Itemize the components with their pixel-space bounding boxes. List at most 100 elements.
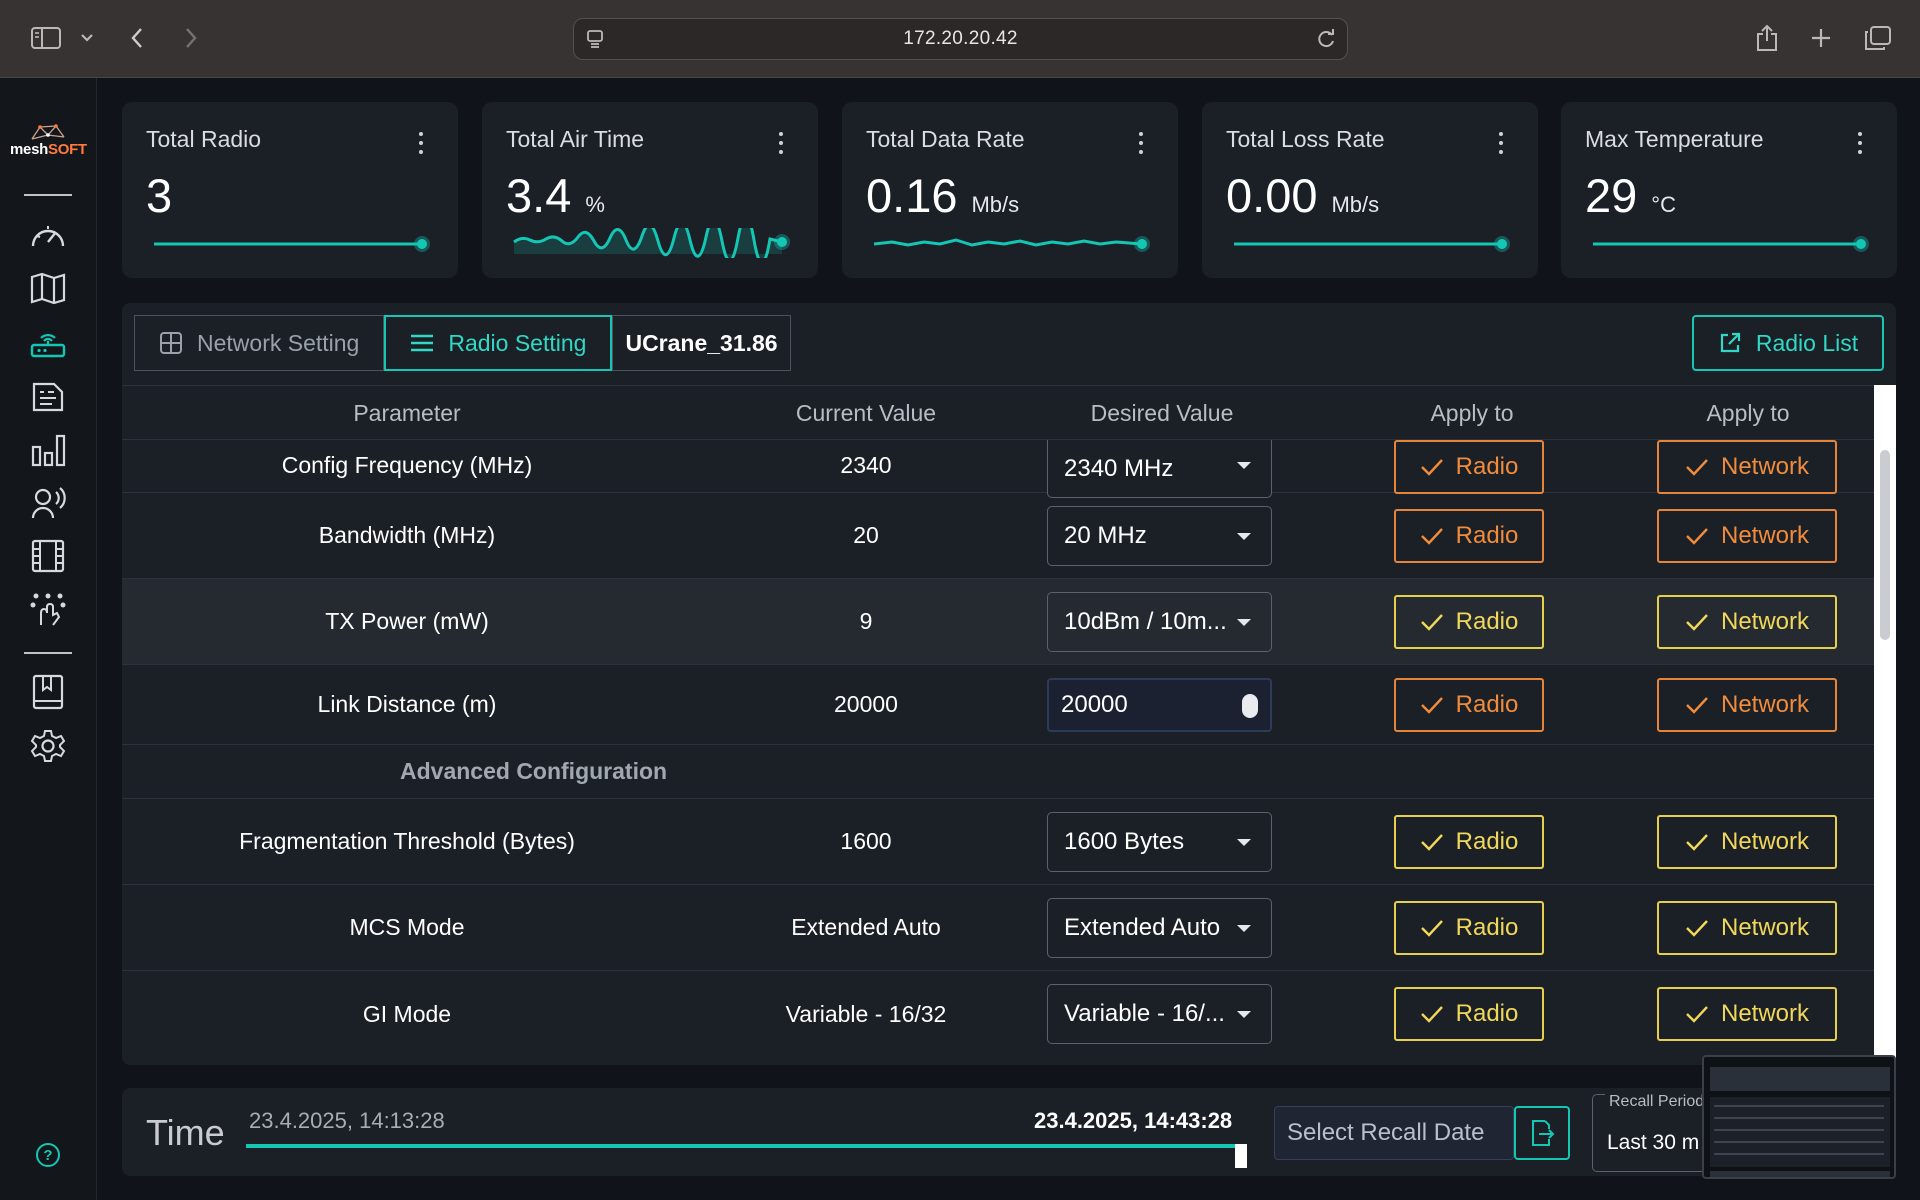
recall-export-button[interactable] — [1514, 1106, 1570, 1160]
tab-radio-setting[interactable]: Radio Setting — [384, 315, 613, 371]
more-options-icon[interactable] — [418, 132, 424, 156]
time-slider-track[interactable] — [246, 1144, 1246, 1148]
check-icon — [1420, 697, 1443, 714]
sparkline — [1593, 236, 1869, 252]
bar-chart-icon[interactable] — [28, 430, 68, 470]
apply-network-button[interactable]: Network — [1657, 509, 1837, 563]
screenshot-thumbnail[interactable] — [1702, 1055, 1896, 1179]
apply-network-label: Network — [1720, 1000, 1810, 1027]
recall-date-placeholder: Select Recall Date — [1287, 1119, 1485, 1146]
param-name: Bandwidth (MHz) — [318, 522, 496, 548]
desired-value-select[interactable]: 1600 Bytes — [1047, 812, 1272, 872]
settings-tabs: Network Setting Radio Setting UCrane_31.… — [134, 315, 791, 371]
card-title: Total Radio — [146, 126, 262, 152]
check-icon — [1686, 459, 1708, 476]
card-value: 0.00 Mb/s — [1226, 168, 1379, 223]
router-icon[interactable] — [28, 323, 68, 363]
current-value: 20000 — [834, 691, 898, 717]
select-value: Extended Auto — [1064, 914, 1221, 941]
sidebar-toggle-icon[interactable] — [28, 20, 64, 56]
site-info-icon[interactable] — [586, 29, 604, 54]
logo-text: meshSOFT — [10, 141, 87, 158]
new-tab-icon[interactable] — [1806, 20, 1836, 56]
table-scrollbar[interactable] — [1874, 385, 1896, 1065]
apply-network-label: Network — [1720, 914, 1810, 941]
apply-radio-button[interactable]: Radio — [1394, 440, 1544, 494]
tab-network-setting[interactable]: Network Setting — [134, 315, 385, 371]
radio-list-button[interactable]: Radio List — [1692, 315, 1884, 371]
map-icon[interactable] — [28, 268, 68, 308]
book-icon[interactable] — [28, 672, 68, 712]
recall-date-input[interactable]: Select Recall Date — [1274, 1106, 1514, 1160]
scrollbar-thumb[interactable] — [1880, 450, 1890, 640]
radio-settings-panel: Network Setting Radio Setting UCrane_31.… — [122, 303, 1896, 1065]
time-range-start: 23.4.2025, 14:13:28 — [249, 1108, 445, 1133]
tab-label: Network Setting — [197, 329, 360, 356]
select-value: 1600 Bytes — [1064, 828, 1185, 855]
apply-network-label: Network — [1720, 828, 1810, 855]
back-icon[interactable] — [122, 20, 152, 56]
dashboard-gauge-icon[interactable] — [28, 215, 68, 255]
forward-icon[interactable] — [176, 20, 206, 56]
apply-network-button[interactable]: Network — [1657, 815, 1837, 869]
video-icon[interactable] — [28, 536, 68, 576]
apply-network-button[interactable]: Network — [1657, 901, 1837, 955]
stat-card-max-temperature: Max Temperature 29 °C — [1561, 102, 1897, 278]
desired-value-select[interactable]: 2340 MHz — [1047, 440, 1272, 498]
grid-icon — [160, 332, 182, 354]
more-options-icon[interactable] — [1857, 132, 1863, 156]
card-unit: Mb/s — [1331, 192, 1380, 217]
devices-icon[interactable] — [28, 376, 68, 416]
stepper-icon[interactable] — [1242, 694, 1258, 718]
apply-radio-button[interactable]: Radio — [1394, 987, 1544, 1041]
apply-radio-label: Radio — [1455, 914, 1519, 941]
help-icon[interactable]: ? — [36, 1143, 60, 1167]
apply-network-button[interactable]: Network — [1657, 440, 1837, 494]
card-value: 3.4% — [506, 168, 605, 223]
apply-network-button[interactable]: Network — [1657, 595, 1837, 649]
more-options-icon[interactable] — [778, 132, 784, 156]
more-options-icon[interactable] — [1138, 132, 1144, 156]
table-row: TX Power (mW) 9 10dBm / 10m... Radio Net… — [122, 579, 1874, 665]
table-row: MCS Mode Extended Auto Extended Auto Rad… — [122, 885, 1874, 971]
mesh-network-icon[interactable] — [28, 590, 68, 630]
apply-radio-button[interactable]: Radio — [1394, 595, 1544, 649]
tab-label: Radio Setting — [448, 329, 587, 356]
settings-gear-icon[interactable] — [28, 726, 68, 766]
apply-network-button[interactable]: Network — [1657, 987, 1837, 1041]
apply-radio-button[interactable]: Radio — [1394, 678, 1544, 732]
link-distance-input[interactable]: 20000 — [1047, 678, 1272, 732]
voice-icon[interactable] — [28, 483, 68, 523]
sparkline — [513, 228, 790, 258]
share-icon[interactable] — [1752, 20, 1782, 56]
reload-icon[interactable] — [1315, 28, 1337, 55]
address-bar[interactable]: 172.20.20.42 — [573, 18, 1348, 60]
time-range-end: 23.4.2025, 14:43:28 — [1034, 1108, 1233, 1133]
param-name: Link Distance (m) — [317, 691, 497, 717]
card-unit: Mb/s — [971, 192, 1020, 217]
time-label: Time — [146, 1112, 225, 1153]
more-options-icon[interactable] — [1498, 132, 1504, 156]
check-icon — [1420, 1006, 1443, 1023]
current-value: 9 — [859, 608, 873, 634]
table-row: Bandwidth (MHz) 20 20 MHz Radio Network — [122, 493, 1874, 579]
header-current-value: Current Value — [795, 400, 937, 426]
tab-overview-icon[interactable] — [1862, 20, 1894, 56]
file-export-icon — [1532, 1120, 1555, 1146]
apply-radio-label: Radio — [1455, 691, 1519, 718]
desired-value-select[interactable]: Variable - 16/... — [1047, 984, 1272, 1044]
browser-toolbar: 172.20.20.42 — [0, 0, 1920, 78]
apply-radio-button[interactable]: Radio — [1394, 509, 1544, 563]
apply-network-button[interactable]: Network — [1657, 678, 1837, 732]
apply-radio-button[interactable]: Radio — [1394, 901, 1544, 955]
url-text: 172.20.20.42 — [903, 28, 1018, 49]
desired-value-select[interactable]: Extended Auto — [1047, 898, 1272, 958]
time-slider-handle[interactable] — [1235, 1144, 1247, 1168]
device-name-label: UCrane_31.86 — [612, 315, 791, 371]
apply-radio-button[interactable]: Radio — [1394, 815, 1544, 869]
recall-period-value: Last 30 m — [1607, 1131, 1700, 1154]
desired-value-select[interactable]: 20 MHz — [1047, 506, 1272, 566]
stat-card-total-loss-rate: Total Loss Rate 0.00 Mb/s — [1202, 102, 1538, 278]
chevron-down-icon[interactable] — [76, 20, 98, 56]
desired-value-select[interactable]: 10dBm / 10m... — [1047, 592, 1272, 652]
